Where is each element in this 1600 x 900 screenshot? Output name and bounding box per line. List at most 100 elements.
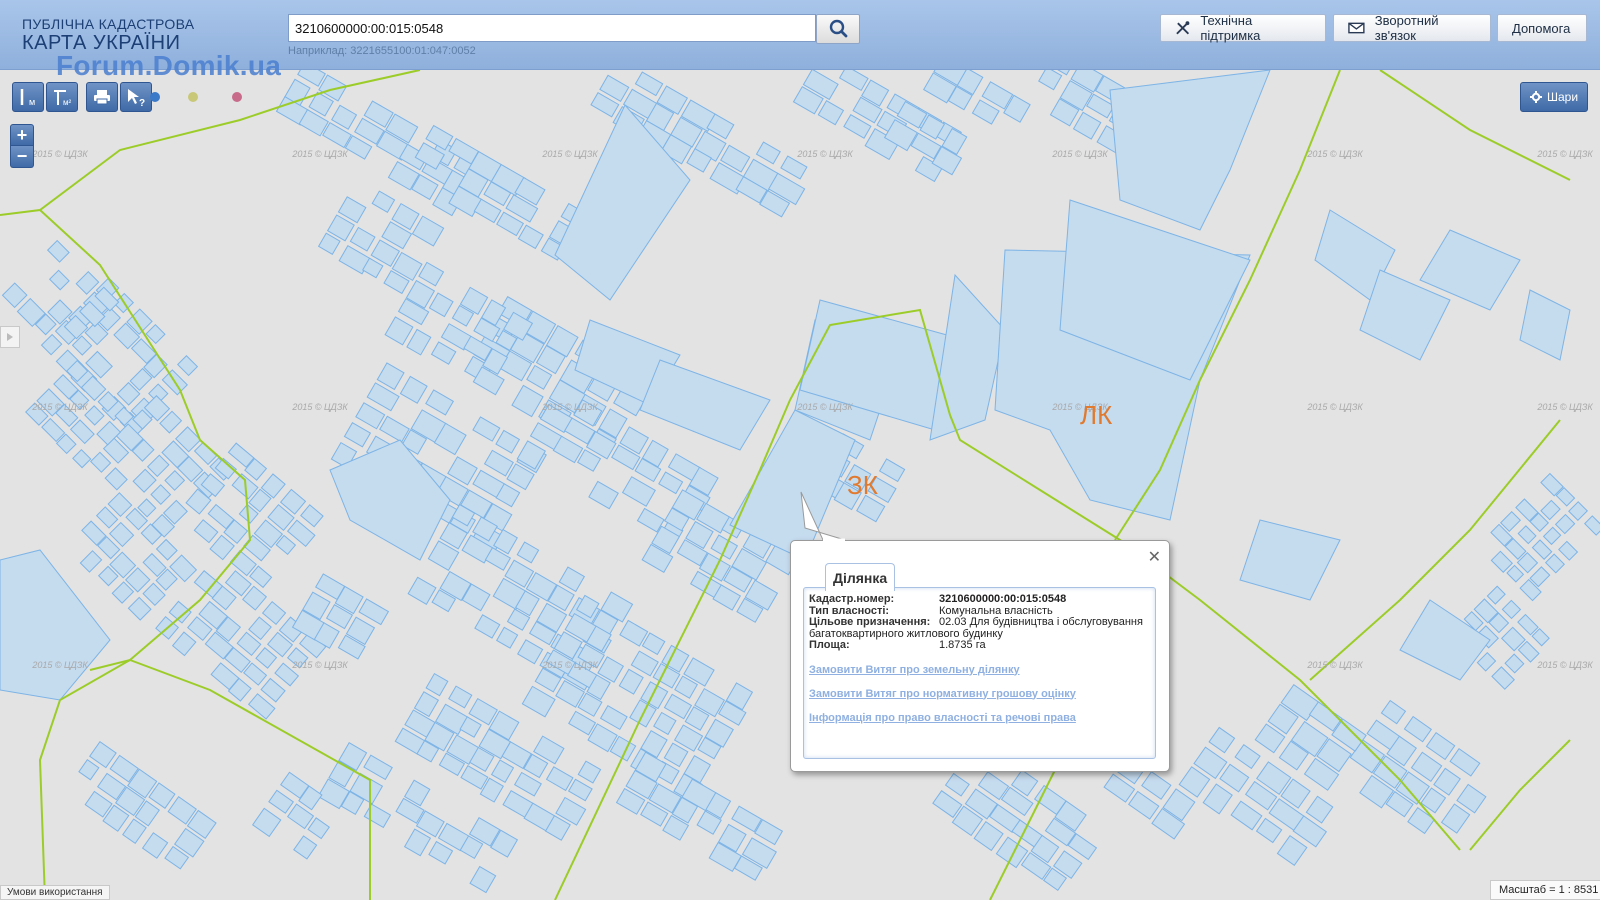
- land-parcel[interactable]: [653, 711, 677, 736]
- land-parcel[interactable]: [1486, 585, 1506, 605]
- land-parcel[interactable]: [171, 631, 197, 657]
- layer-dot-yellow[interactable]: [188, 92, 198, 102]
- land-parcel[interactable]: [142, 552, 167, 578]
- land-parcel[interactable]: [710, 534, 739, 560]
- land-parcel[interactable]: [371, 190, 396, 213]
- land-parcel[interactable]: [1141, 771, 1172, 800]
- land-parcel[interactable]: [69, 419, 95, 445]
- land-parcel[interactable]: [132, 468, 157, 493]
- print-button[interactable]: [86, 82, 118, 112]
- land-parcel[interactable]: [495, 626, 519, 649]
- land-parcel[interactable]: [490, 759, 515, 784]
- zoom-out-button[interactable]: −: [10, 146, 34, 168]
- land-parcel[interactable]: [621, 476, 656, 507]
- feedback-button[interactable]: Зворотний зв'язок: [1333, 13, 1491, 43]
- land-parcel[interactable]: [472, 416, 501, 442]
- land-parcel[interactable]: [268, 789, 294, 814]
- land-parcel[interactable]: [1208, 726, 1236, 754]
- land-parcel[interactable]: [403, 828, 432, 857]
- land-parcel[interactable]: [411, 215, 445, 247]
- land-parcel[interactable]: [358, 598, 390, 626]
- land-parcel[interactable]: [177, 355, 199, 377]
- land-parcel[interactable]: [1531, 539, 1553, 560]
- identify-button[interactable]: ?: [120, 82, 152, 112]
- tech-support-button[interactable]: Технічна підтримка: [1160, 13, 1326, 43]
- land-parcel[interactable]: [1540, 499, 1561, 521]
- land-parcel[interactable]: [1202, 783, 1233, 815]
- land-parcel[interactable]: [817, 99, 845, 126]
- land-parcel[interactable]: [251, 807, 282, 838]
- land-parcel[interactable]: [46, 239, 70, 263]
- land-parcel[interactable]: [261, 600, 287, 625]
- terms-of-use-link[interactable]: Умови використання: [0, 885, 110, 900]
- land-parcel[interactable]: [516, 541, 540, 564]
- land-parcel[interactable]: [343, 422, 372, 448]
- land-parcel[interactable]: [663, 742, 689, 768]
- land-parcel[interactable]: [567, 778, 593, 802]
- land-parcel[interactable]: [249, 565, 273, 589]
- land-parcel[interactable]: [1542, 526, 1562, 546]
- land-parcel[interactable]: [1491, 666, 1515, 690]
- land-parcel[interactable]: [90, 451, 112, 473]
- land-parcel[interactable]: [545, 766, 574, 792]
- land-parcel[interactable]: [932, 790, 963, 819]
- land-parcel[interactable]: [1425, 731, 1456, 761]
- land-parcel[interactable]: [448, 685, 473, 709]
- land-parcel[interactable]: [355, 402, 386, 430]
- land-parcel[interactable]: [483, 449, 514, 477]
- land-parcel[interactable]: [1403, 715, 1433, 743]
- land-parcel[interactable]: [1109, 69, 1271, 231]
- land-parcel[interactable]: [1407, 806, 1436, 835]
- land-parcel[interactable]: [1449, 748, 1481, 777]
- land-parcel[interactable]: [407, 576, 437, 605]
- land-parcel[interactable]: [379, 415, 410, 443]
- land-parcel[interactable]: [1380, 699, 1407, 725]
- land-parcel[interactable]: [71, 335, 93, 356]
- land-parcel[interactable]: [1276, 834, 1308, 867]
- land-parcel[interactable]: [363, 754, 393, 781]
- land-parcel[interactable]: [1519, 289, 1571, 361]
- land-parcel[interactable]: [430, 341, 457, 365]
- order-parcel-extract-link[interactable]: Замовити Витяг про земельну ділянку: [809, 664, 1150, 676]
- layer-dot-red[interactable]: [232, 92, 242, 102]
- land-parcel[interactable]: [300, 504, 324, 528]
- land-parcel[interactable]: [349, 226, 376, 252]
- land-parcel[interactable]: [517, 224, 544, 250]
- land-parcel[interactable]: [1583, 515, 1600, 536]
- land-parcel[interactable]: [428, 840, 454, 865]
- tab-parcel[interactable]: Ділянка: [825, 563, 896, 591]
- land-parcel[interactable]: [127, 596, 152, 621]
- land-parcel[interactable]: [1501, 599, 1522, 620]
- land-parcel[interactable]: [1239, 519, 1341, 601]
- cadastral-search-input[interactable]: [288, 14, 816, 42]
- land-parcel[interactable]: [618, 668, 644, 695]
- land-parcel[interactable]: [1, 282, 28, 309]
- land-parcel[interactable]: [84, 405, 105, 426]
- land-parcel[interactable]: [75, 271, 100, 295]
- land-parcel[interactable]: [164, 470, 186, 491]
- land-parcel[interactable]: [363, 803, 392, 829]
- land-parcel[interactable]: [1433, 767, 1461, 796]
- land-parcel[interactable]: [630, 650, 659, 677]
- land-parcel[interactable]: [1219, 763, 1250, 793]
- land-parcel[interactable]: [619, 619, 649, 647]
- land-parcel[interactable]: [780, 155, 808, 180]
- land-parcel[interactable]: [878, 458, 906, 483]
- land-parcel[interactable]: [599, 705, 628, 731]
- land-parcel[interactable]: [425, 672, 449, 697]
- land-parcel[interactable]: [141, 832, 169, 859]
- land-parcel[interactable]: [521, 685, 556, 718]
- land-parcel[interactable]: [193, 519, 219, 544]
- land-parcel[interactable]: [663, 693, 693, 720]
- land-parcel[interactable]: [1440, 803, 1471, 834]
- land-parcel[interactable]: [248, 616, 272, 641]
- land-parcel[interactable]: [40, 333, 63, 356]
- land-parcel[interactable]: [641, 632, 666, 656]
- land-parcel[interactable]: [588, 480, 619, 510]
- land-parcel[interactable]: [293, 835, 318, 860]
- land-parcel[interactable]: [255, 647, 278, 669]
- land-parcel[interactable]: [731, 805, 763, 833]
- land-parcel[interactable]: [41, 417, 66, 443]
- land-parcel[interactable]: [658, 471, 684, 495]
- measure-area-button[interactable]: м²: [46, 82, 78, 112]
